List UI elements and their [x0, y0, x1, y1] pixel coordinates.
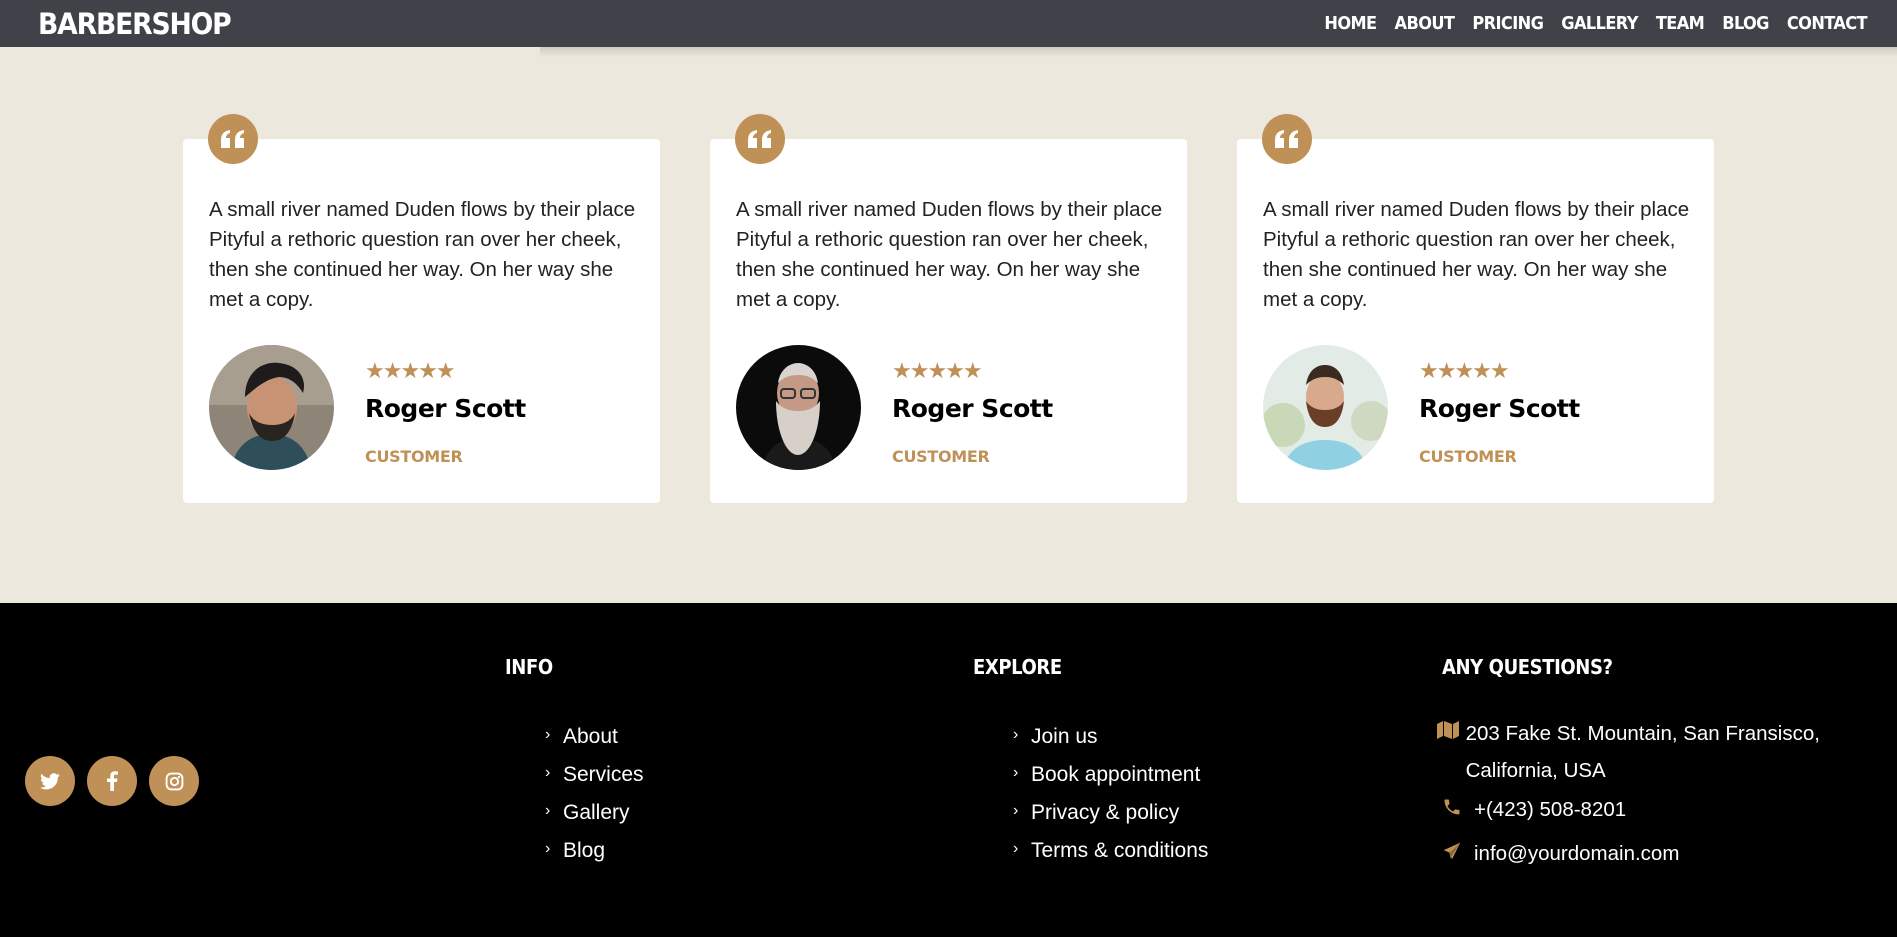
chevron-right-icon: ›	[1013, 726, 1019, 743]
customer-avatar	[209, 345, 334, 470]
rating-stars: ★★★★★	[1419, 358, 1510, 383]
customer-role: CUSTOMER	[892, 447, 990, 466]
nav-blog[interactable]: BLOG	[1722, 13, 1769, 34]
brand-logo[interactable]: BARBERSHOP	[38, 7, 232, 41]
footer-link-book-appointment[interactable]: › Book appointment	[1013, 756, 1208, 794]
testimonial-card: A small river named Duden flows by their…	[710, 114, 1187, 503]
chevron-right-icon: ›	[545, 726, 551, 743]
footer-link-terms[interactable]: › Terms & conditions	[1013, 832, 1208, 870]
nav-gallery[interactable]: GALLERY	[1561, 13, 1638, 34]
customer-role: CUSTOMER	[1419, 447, 1517, 466]
customer-name: Roger Scott	[1419, 394, 1580, 423]
quote-icon	[735, 114, 785, 164]
nav-about[interactable]: ABOUT	[1395, 13, 1455, 34]
phone-icon	[1430, 791, 1474, 817]
paper-plane-icon	[1430, 835, 1474, 861]
footer: INFO › About › Services › Gallery › Blog EXP…	[0, 603, 1897, 937]
testimonial-card: A small river named Duden flows by their…	[183, 114, 660, 503]
customer-name: Roger Scott	[365, 394, 526, 423]
nav-team[interactable]: TEAM	[1656, 13, 1705, 34]
footer-link-join-us[interactable]: › Join us	[1013, 718, 1208, 756]
customer-avatar	[736, 345, 861, 470]
customer-avatar	[1263, 345, 1388, 470]
chevron-right-icon: ›	[1013, 802, 1019, 819]
twitter-icon[interactable]	[25, 756, 75, 806]
social-links	[25, 756, 199, 806]
footer-link-about[interactable]: › About	[545, 718, 644, 756]
footer-link-blog[interactable]: › Blog	[545, 832, 644, 870]
testimonial-quote: A small river named Duden flows by their…	[1263, 198, 1690, 311]
nav-contact[interactable]: CONTACT	[1787, 13, 1868, 34]
chevron-right-icon: ›	[545, 802, 551, 819]
footer-questions-title: ANY QUESTIONS?	[1442, 655, 1613, 679]
testimonial-card: A small river named Duden flows by their…	[1237, 114, 1714, 503]
customer-role: CUSTOMER	[365, 447, 463, 466]
footer-info-links: › About › Services › Gallery › Blog	[545, 718, 644, 870]
rating-stars: ★★★★★	[365, 358, 456, 383]
quote-icon	[208, 114, 258, 164]
footer-explore-links: › Join us › Book appointment › Privacy & po…	[1013, 718, 1208, 870]
footer-link-gallery[interactable]: › Gallery	[545, 794, 644, 832]
map-icon	[1430, 715, 1466, 739]
chevron-right-icon: ›	[545, 840, 551, 857]
contact-info: 203 Fake St. Mountain, San Fransisco, Ca…	[1430, 715, 1870, 872]
chevron-right-icon: ›	[1013, 764, 1019, 781]
testimonials-section: A small river named Duden flows by their…	[0, 47, 1897, 603]
footer-link-services[interactable]: › Services	[545, 756, 644, 794]
chevron-right-icon: ›	[1013, 840, 1019, 857]
footer-explore-title: EXPLORE	[973, 655, 1062, 679]
footer-link-privacy[interactable]: › Privacy & policy	[1013, 794, 1208, 832]
rating-stars: ★★★★★	[892, 358, 983, 383]
nav-home[interactable]: HOME	[1324, 13, 1377, 34]
nav-pricing[interactable]: PRICING	[1472, 13, 1544, 34]
nav-links: HOME ABOUT PRICING GALLERY TEAM BLOG CON…	[1324, 13, 1867, 34]
contact-phone[interactable]: +(423) 508-8201	[1430, 791, 1870, 828]
quote-icon	[1262, 114, 1312, 164]
testimonial-quote: A small river named Duden flows by their…	[736, 198, 1163, 311]
facebook-icon[interactable]	[87, 756, 137, 806]
customer-name: Roger Scott	[892, 394, 1053, 423]
contact-email[interactable]: info@yourdomain.com	[1430, 835, 1870, 872]
contact-address: 203 Fake St. Mountain, San Fransisco, Ca…	[1430, 715, 1870, 789]
footer-info-title: INFO	[505, 655, 553, 679]
testimonial-quote: A small river named Duden flows by their…	[209, 198, 636, 311]
instagram-icon[interactable]	[149, 756, 199, 806]
chevron-right-icon: ›	[545, 764, 551, 781]
navbar: BARBERSHOP HOME ABOUT PRICING GALLERY TE…	[0, 0, 1897, 57]
